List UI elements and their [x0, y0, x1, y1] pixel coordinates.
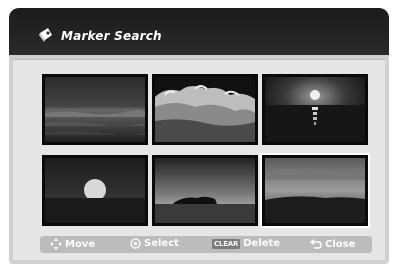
- marker-search-icon: [37, 26, 55, 44]
- help-close: Close: [310, 238, 355, 250]
- thumbnail-image: [265, 77, 365, 142]
- help-delete-label: Delete: [243, 238, 281, 249]
- help-select-label: Select: [144, 238, 179, 249]
- marker-thumbnail-2[interactable]: [152, 74, 258, 145]
- clear-badge: CLEAR: [212, 238, 241, 249]
- marker-thumbnail-1[interactable]: [42, 74, 148, 145]
- title-bar: Marker Search: [9, 8, 389, 55]
- help-move-label: Move: [65, 238, 96, 250]
- thumbnail-image: [265, 158, 365, 223]
- marker-thumbnail-6[interactable]: [260, 153, 370, 228]
- thumbnail-image: [155, 77, 255, 142]
- help-bar: Move Select CLEAR Delete Close: [40, 236, 372, 253]
- return-icon: [310, 238, 322, 250]
- help-select: Select: [130, 238, 179, 249]
- thumbnail-image: [45, 77, 145, 142]
- select-circle-icon: [130, 238, 141, 249]
- thumbnail-image: [45, 158, 145, 223]
- marker-thumbnail-3[interactable]: [262, 74, 368, 145]
- help-delete: CLEAR Delete: [212, 238, 280, 249]
- marker-thumbnail-4[interactable]: [42, 155, 148, 226]
- thumbnail-image: [155, 158, 255, 223]
- help-move: Move: [50, 238, 95, 250]
- help-close-label: Close: [325, 238, 356, 250]
- dialog-title: Marker Search: [61, 29, 162, 43]
- marker-thumbnail-5[interactable]: [152, 155, 258, 226]
- arrows-icon: [50, 238, 62, 250]
